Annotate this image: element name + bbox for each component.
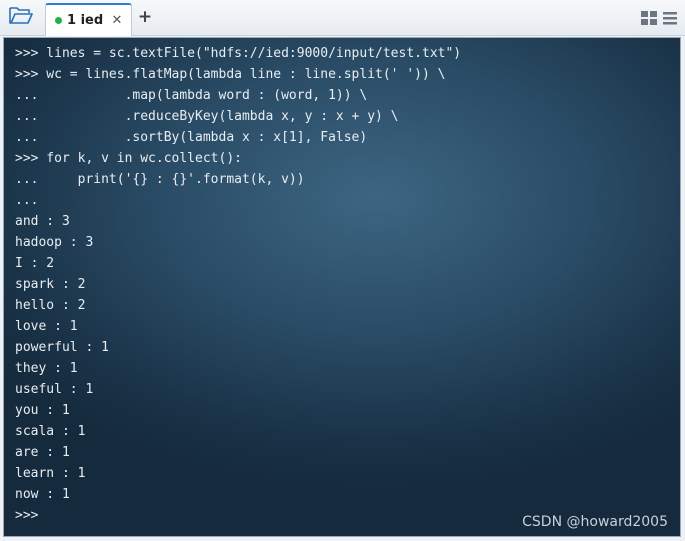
terminal-line: ... .sortBy(lambda x : x[1], False) — [15, 130, 368, 145]
terminal-line: you : 1 — [15, 403, 70, 418]
terminal-line: hello : 2 — [15, 298, 86, 313]
layout-grid-icon[interactable] — [640, 10, 658, 26]
terminal-line: powerful : 1 — [15, 340, 109, 355]
folder-open-icon — [9, 5, 33, 30]
terminal-lines: >>> lines = sc.textFile("hdfs://ied:9000… — [15, 43, 461, 526]
terminal-line: >>> — [15, 508, 39, 523]
terminal-line: ... .reduceByKey(lambda x, y : x + y) \ — [15, 109, 399, 124]
tab-label: 1 ied — [67, 13, 104, 28]
terminal-line: ... .map(lambda word : (word, 1)) \ — [15, 88, 368, 103]
terminal-line: learn : 1 — [15, 466, 86, 481]
terminal-output[interactable]: >>> lines = sc.textFile("hdfs://ied:9000… — [3, 37, 681, 537]
menu-icon[interactable] — [662, 10, 678, 26]
terminal-line: love : 1 — [15, 319, 78, 334]
terminal-line: now : 1 — [15, 487, 70, 502]
terminal-line: I : 2 — [15, 256, 55, 271]
terminal-line: they : 1 — [15, 361, 78, 376]
terminal-line: ... — [15, 193, 39, 208]
tab-session-ied[interactable]: 1 ied ✕ — [45, 3, 132, 36]
close-icon[interactable]: ✕ — [109, 13, 125, 28]
terminal-line: useful : 1 — [15, 382, 94, 397]
terminal-line: and : 3 — [15, 214, 70, 229]
terminal-line: scala : 1 — [15, 424, 86, 439]
watermark-text: CSDN @howard2005 — [522, 514, 668, 530]
tab-bar: 1 ied ✕ + — [0, 0, 685, 36]
terminal-line: hadoop : 3 — [15, 235, 94, 250]
terminal-line: >>> for k, v in wc.collect(): — [15, 151, 242, 166]
terminal-line: >>> lines = sc.textFile("hdfs://ied:9000… — [15, 46, 462, 61]
terminal-line: are : 1 — [15, 445, 70, 460]
terminal-line: ... print('{} : {}'.format(k, v)) — [15, 172, 305, 187]
open-session-button[interactable] — [8, 6, 34, 28]
window-edge — [681, 37, 685, 541]
status-dot — [55, 17, 62, 24]
terminal-line: >>> wc = lines.flatMap(lambda line : lin… — [15, 67, 446, 82]
terminal-line: spark : 2 — [15, 277, 86, 292]
plus-icon[interactable]: + — [136, 8, 154, 26]
